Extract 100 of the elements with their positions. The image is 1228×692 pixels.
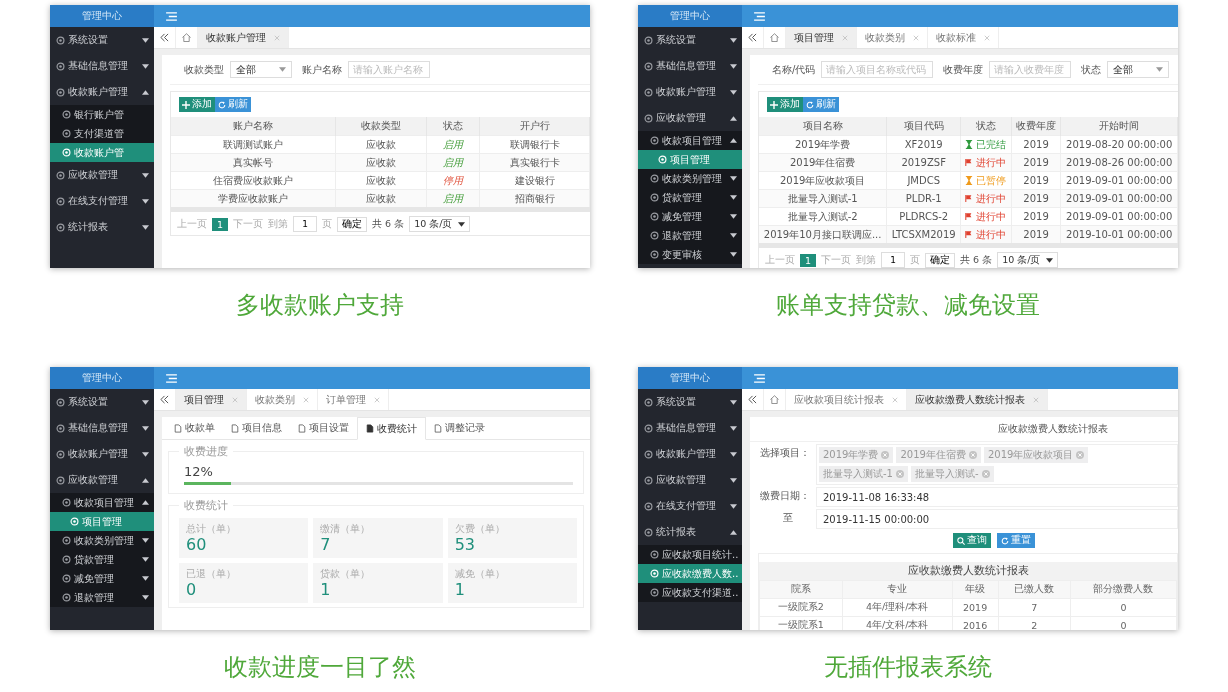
page-input[interactable]: 1 — [293, 216, 318, 232]
tab[interactable]: 订单管理 — [318, 389, 389, 410]
sidebar-item[interactable]: 应收款管理 — [638, 467, 742, 493]
sidebar-item[interactable]: 项目管理 — [638, 150, 742, 169]
page-size-select[interactable]: 10 条/页 — [409, 216, 471, 232]
sidebar-item[interactable]: 减免管理 — [638, 207, 742, 226]
select-field[interactable]: 全部 — [230, 61, 292, 78]
search-button[interactable]: 查询 — [953, 533, 991, 548]
sidebar-item[interactable]: 支付渠道管 — [50, 124, 154, 143]
sidebar-item[interactable]: 基础信息管理 — [638, 415, 742, 441]
table-cell: 应收款 — [335, 189, 427, 207]
sidebar-item[interactable]: 收款账户管理 — [638, 441, 742, 467]
sidebar-item[interactable]: 收款账户管 — [50, 143, 154, 162]
confirm-button[interactable]: 确定 — [337, 216, 368, 232]
sidebar-item[interactable]: 贷款管理 — [50, 550, 154, 569]
caret-down-icon — [730, 214, 737, 219]
sidebar-item[interactable]: 系统设置 — [50, 389, 154, 415]
sidebar-item[interactable]: 收款账户管理 — [50, 441, 154, 467]
sidebar-item[interactable]: 基础信息管理 — [50, 415, 154, 441]
date-field[interactable]: 2019-11-08 16:33:48 — [816, 487, 1178, 507]
tab[interactable]: 收款类别 — [247, 389, 318, 410]
input-field[interactable]: 请输入项目名称或代码 — [821, 61, 934, 78]
column-header: 部分缴费人数 — [1070, 580, 1177, 599]
sidebar-item[interactable]: 应收款管理 — [638, 105, 742, 131]
close-icon[interactable] — [913, 34, 919, 41]
sidebar-item[interactable]: 应收款管理 — [50, 467, 154, 493]
sidebar-item[interactable]: 应收款缴费人数.. — [638, 564, 742, 583]
close-icon[interactable] — [1033, 396, 1039, 403]
sidebar-item[interactable]: 贷款管理 — [638, 188, 742, 207]
sidebar-item[interactable]: 应收款支付渠道.. — [638, 583, 742, 602]
sidebar-item[interactable]: 收款类别管理 — [50, 531, 154, 550]
tab[interactable]: 收款标准 — [928, 27, 999, 48]
sidebar-item[interactable]: 收款账户管理 — [638, 79, 742, 105]
sidebar-item[interactable]: 收款项目管理 — [638, 131, 742, 150]
tab[interactable]: 项目管理 — [176, 389, 247, 410]
circle-icon — [62, 129, 71, 138]
clear-icon[interactable] — [896, 470, 904, 478]
column-header: 账户名称 — [171, 117, 336, 136]
page-size-select[interactable]: 10 条/页 — [997, 252, 1059, 268]
input-field[interactable]: 请输入账户名称 — [348, 61, 430, 78]
close-icon[interactable] — [842, 34, 848, 41]
sidebar-item[interactable]: 项目管理 — [50, 512, 154, 531]
subtab[interactable]: 收费统计 — [357, 417, 426, 440]
clear-icon[interactable] — [981, 470, 990, 478]
clear-icon[interactable] — [1076, 451, 1085, 459]
circle-icon — [644, 475, 653, 485]
close-icon[interactable] — [374, 396, 380, 403]
subtab[interactable]: 收款单 — [166, 417, 223, 439]
clear-icon[interactable] — [968, 451, 977, 459]
menu-icon[interactable] — [754, 373, 765, 383]
sidebar-item[interactable]: 系统设置 — [638, 389, 742, 415]
sidebar-item[interactable]: 系统设置 — [50, 27, 154, 53]
sidebar-item[interactable]: 应收款项目统计.. — [638, 545, 742, 564]
tab[interactable]: 项目管理 — [786, 27, 857, 48]
confirm-button[interactable]: 确定 — [925, 252, 956, 268]
date-field[interactable]: 2019-11-15 00:00:00 — [816, 509, 1178, 529]
status-label: 启用 — [443, 191, 464, 206]
close-icon[interactable] — [274, 34, 280, 41]
subtab[interactable]: 项目信息 — [223, 417, 290, 439]
page-button[interactable]: 1 — [212, 217, 229, 231]
sidebar-item[interactable]: 系统设置 — [638, 27, 742, 53]
sidebar-item[interactable]: 基础信息管理 — [638, 53, 742, 79]
sidebar-item[interactable]: 变更审核 — [638, 245, 742, 264]
caret-down-icon — [458, 221, 466, 227]
sidebar-item[interactable]: 应收款管理 — [50, 162, 154, 188]
tab[interactable]: 应收款缴费人数统计报表 — [907, 389, 1048, 410]
close-icon[interactable] — [892, 396, 898, 403]
sidebar-item[interactable]: 银行账户管 — [50, 105, 154, 124]
select-field[interactable]: 全部 — [1107, 61, 1170, 78]
double-chevron-icon — [748, 33, 757, 42]
tab[interactable]: 收款类别 — [857, 27, 928, 48]
menu-icon[interactable] — [166, 373, 177, 383]
sidebar-item[interactable]: 在线支付管理 — [50, 188, 154, 214]
page-input[interactable]: 1 — [881, 252, 906, 268]
tab[interactable]: 收款账户管理 — [198, 27, 289, 48]
sidebar-item[interactable]: 减免管理 — [50, 569, 154, 588]
input-field[interactable]: 请输入收费年度 — [989, 61, 1072, 78]
sidebar-item[interactable]: 退款管理 — [50, 588, 154, 607]
add-button[interactable]: 添加 — [767, 97, 803, 112]
close-icon[interactable] — [232, 396, 238, 403]
circle-icon — [650, 231, 659, 240]
sidebar-item[interactable]: 统计报表 — [50, 214, 154, 240]
clear-icon[interactable] — [881, 451, 890, 459]
double-chevron-icon — [160, 395, 169, 404]
sidebar-item[interactable]: 退款管理 — [638, 226, 742, 245]
sidebar-item[interactable]: 在线支付管理 — [638, 493, 742, 519]
sidebar-item[interactable]: 收款类别管理 — [638, 169, 742, 188]
menu-icon[interactable] — [166, 11, 177, 21]
subtab[interactable]: 调整记录 — [426, 417, 493, 439]
sidebar-item[interactable]: 统计报表 — [638, 519, 742, 545]
add-button[interactable]: 添加 — [179, 97, 215, 112]
sidebar-item[interactable]: 基础信息管理 — [50, 53, 154, 79]
sidebar-item[interactable]: 收款账户管理 — [50, 79, 154, 105]
close-icon[interactable] — [984, 34, 990, 41]
page-button[interactable]: 1 — [800, 253, 817, 267]
close-icon[interactable] — [303, 396, 309, 403]
caret-up-icon — [730, 138, 737, 143]
menu-icon[interactable] — [754, 11, 765, 21]
sidebar-item[interactable]: 收款项目管理 — [50, 493, 154, 512]
subtab[interactable]: 项目设置 — [290, 417, 357, 439]
